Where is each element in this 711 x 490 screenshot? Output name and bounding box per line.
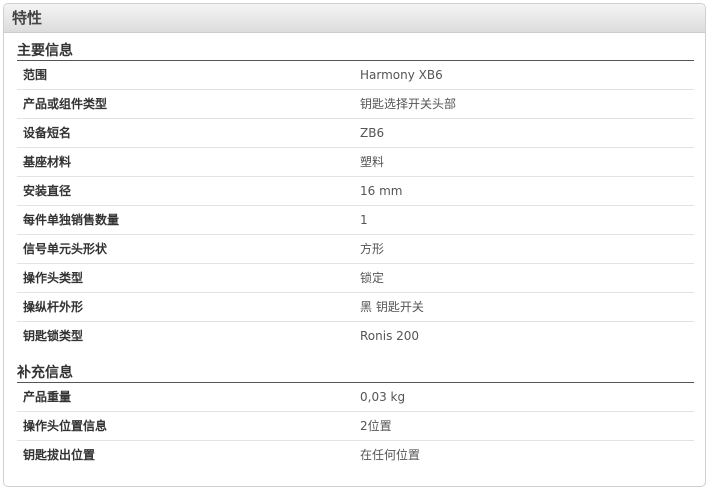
spec-row: 产品重量 0,03 kg	[17, 383, 694, 412]
spec-table: 产品重量 0,03 kg 操作头位置信息 2位置 钥匙拔出位置 在任何位置	[17, 383, 694, 469]
spec-label: 安装直径	[23, 184, 72, 198]
spec-row: 产品或组件类型 钥匙选择开关头部	[17, 90, 694, 119]
spec-value: 在任何位置	[360, 448, 421, 462]
spec-row: 基座材料 塑料	[17, 148, 694, 177]
spec-value: 16 mm	[360, 184, 403, 198]
spec-value: 2位置	[360, 419, 392, 433]
spec-value: 1	[360, 213, 368, 227]
spec-label: 信号单元头形状	[23, 242, 108, 256]
characteristics-panel: 特性 主要信息 范围 Harmony XB6 产品或组件类型 钥匙选择开关头部 设备…	[3, 3, 706, 487]
spec-row: 范围 Harmony XB6	[17, 61, 694, 90]
spec-value: ZB6	[360, 126, 385, 140]
section-title: 补充信息	[17, 364, 694, 383]
spec-row: 每件单独销售数量 1	[17, 206, 694, 235]
spec-row: 钥匙拔出位置 在任何位置	[17, 441, 694, 469]
spec-label: 范围	[23, 68, 48, 82]
spec-row: 设备短名 ZB6	[17, 119, 694, 148]
spec-value: 锁定	[360, 271, 385, 285]
spec-value: 方形	[360, 242, 385, 256]
spec-row: 操作头位置信息 2位置	[17, 412, 694, 441]
section-title: 主要信息	[17, 42, 694, 61]
spec-row: 操纵杆外形 黑 钥匙开关	[17, 293, 694, 322]
spec-row: 安装直径 16 mm	[17, 177, 694, 206]
spec-row: 钥匙锁类型 Ronis 200	[17, 322, 694, 350]
spec-table: 范围 Harmony XB6 产品或组件类型 钥匙选择开关头部 设备短名 ZB6 基座…	[17, 61, 694, 350]
panel-title: 特性	[4, 4, 705, 33]
spec-label: 操作头类型	[23, 271, 84, 285]
section-main-info: 主要信息 范围 Harmony XB6 产品或组件类型 钥匙选择开关头部 设备短名 Z…	[17, 42, 694, 350]
spec-label: 设备短名	[23, 126, 72, 140]
spec-row: 信号单元头形状 方形	[17, 235, 694, 264]
spec-value: 塑料	[360, 155, 385, 169]
spec-value: 钥匙选择开关头部	[360, 97, 457, 111]
spec-label: 每件单独销售数量	[23, 213, 120, 227]
spec-label: 操作头位置信息	[23, 419, 108, 433]
spec-value: Harmony XB6	[360, 68, 443, 82]
spec-value: Ronis 200	[360, 329, 420, 343]
spec-label: 产品重量	[23, 390, 72, 404]
spec-label: 基座材料	[23, 155, 72, 169]
spec-label: 操纵杆外形	[23, 300, 84, 314]
spec-label: 钥匙拔出位置	[23, 448, 96, 462]
spec-value: 0,03 kg	[360, 390, 406, 404]
spec-row: 操作头类型 锁定	[17, 264, 694, 293]
spec-label: 钥匙锁类型	[23, 329, 84, 343]
spec-value: 黑 钥匙开关	[360, 300, 424, 314]
spec-label: 产品或组件类型	[23, 97, 108, 111]
section-additional-info: 补充信息 产品重量 0,03 kg 操作头位置信息 2位置 钥匙拔出位置 在任何位置	[17, 364, 694, 469]
